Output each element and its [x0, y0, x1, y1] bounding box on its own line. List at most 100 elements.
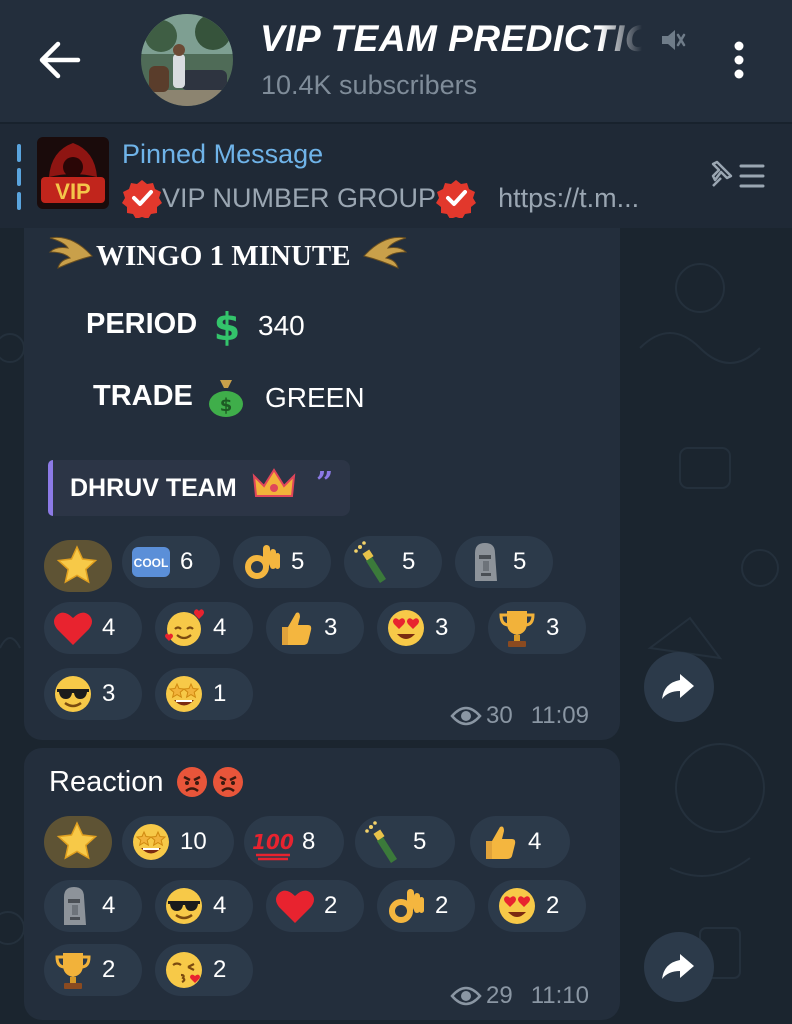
reaction-heart[interactable]: 4	[44, 602, 142, 654]
reaction-cool[interactable]: COOL 6	[122, 536, 220, 588]
reaction-count: 4	[528, 828, 542, 855]
pinned-list-button[interactable]	[707, 156, 767, 196]
reaction-count: 5	[291, 548, 305, 575]
share-icon	[662, 674, 694, 699]
sunglasses-icon	[161, 883, 207, 929]
reaction-trophy[interactable]: 2	[44, 944, 142, 996]
reaction-trophy[interactable]: 3	[488, 602, 586, 654]
svg-text:$: $	[214, 306, 240, 346]
trade-value: GREEN	[265, 382, 365, 413]
kiss-icon	[161, 947, 207, 993]
reaction-count: 4	[102, 614, 116, 641]
sunglasses-icon	[50, 671, 96, 717]
svg-text:COOL: COOL	[134, 556, 169, 570]
muted-icon	[658, 26, 686, 54]
pinned-group-name: VIP NUMBER GROUP	[162, 182, 437, 213]
reaction-count: 5	[402, 548, 416, 575]
reaction-sunglasses[interactable]: 4	[155, 880, 253, 932]
reaction-heart-eyes[interactable]: 3	[377, 602, 475, 654]
reaction-count: 2	[435, 892, 449, 919]
forward-button[interactable]	[644, 652, 714, 722]
views-count: 30	[486, 702, 513, 729]
reaction-heart-eyes[interactable]: 2	[488, 880, 586, 932]
reaction-smiling-hearts[interactable]: 4	[155, 602, 253, 654]
reaction-count: 10	[180, 828, 207, 855]
reaction-sunglasses[interactable]: 3	[44, 668, 142, 720]
money-bag-icon: $	[206, 374, 246, 418]
moai-icon	[461, 539, 507, 585]
reaction-count: 4	[213, 892, 227, 919]
reaction-thumbs-up[interactable]: 4	[470, 816, 570, 868]
reaction-star-struck[interactable]: 1	[155, 668, 253, 720]
more-vertical-icon	[734, 41, 744, 79]
message-meta: 30 11:09	[450, 702, 589, 730]
reaction-moai[interactable]: 5	[455, 536, 553, 588]
ok-hand-icon	[239, 539, 285, 585]
reaction-ok-hand[interactable]: 5	[233, 536, 331, 588]
champagne-icon	[350, 539, 396, 585]
svg-text:VIP: VIP	[55, 179, 90, 204]
more-menu-button[interactable]	[726, 38, 752, 82]
reaction-moai[interactable]: 4	[44, 880, 142, 932]
message-time: 11:10	[530, 982, 589, 1009]
reaction-count: 2	[213, 956, 227, 983]
reaction-count: 3	[102, 680, 116, 707]
reaction-count: 5	[413, 828, 427, 855]
period-value: 340	[258, 310, 305, 341]
back-button[interactable]	[30, 34, 90, 86]
pinned-thumbnail: VIP	[37, 137, 109, 209]
svg-text:$: $	[220, 395, 233, 416]
reaction-ok-hand[interactable]: 2	[377, 880, 475, 932]
angry-face-icon	[176, 766, 208, 798]
period-label: PERIOD	[86, 308, 198, 340]
wing-left-icon	[48, 232, 94, 272]
message-meta: 29 11:10	[450, 982, 589, 1010]
reaction-star-struck[interactable]: 10	[122, 816, 234, 868]
reaction-champagne[interactable]: 5	[344, 536, 442, 588]
thumbs-up-icon	[476, 819, 522, 865]
ok-hand-icon	[383, 883, 429, 929]
hundred-icon: 100	[250, 819, 296, 865]
reaction-count: 2	[324, 892, 338, 919]
quote-icon: ”	[316, 466, 334, 501]
share-icon	[662, 954, 694, 979]
back-arrow-icon	[39, 41, 81, 79]
reaction-count: 4	[213, 614, 227, 641]
trophy-icon	[50, 947, 96, 993]
views-icon	[450, 986, 482, 1006]
pinned-label: Pinned Message	[122, 139, 324, 169]
reaction-count: 1	[213, 680, 227, 707]
reaction-hundred[interactable]: 100 8	[244, 816, 344, 868]
smiling-hearts-icon	[161, 605, 207, 651]
reaction-heart[interactable]: 2	[266, 880, 364, 932]
trade-label: TRADE	[93, 380, 193, 412]
star-struck-icon	[128, 819, 174, 865]
channel-avatar[interactable]	[141, 14, 233, 106]
pinned-link: https://t.m...	[498, 182, 640, 213]
message-title: WINGO 1 MINUTE	[96, 240, 351, 272]
forward-button[interactable]	[644, 932, 714, 1002]
thumbs-up-icon	[272, 605, 318, 651]
reaction-count: 5	[513, 548, 527, 575]
reaction-champagne[interactable]: 5	[355, 816, 455, 868]
title-fade	[600, 18, 660, 64]
angry-face-icon	[212, 766, 244, 798]
message-time: 11:09	[530, 702, 589, 729]
heart-eyes-icon	[383, 605, 429, 651]
message-text: Reaction	[49, 766, 164, 798]
reaction-count: 4	[102, 892, 116, 919]
reaction-count: 2	[546, 892, 560, 919]
moai-icon	[50, 883, 96, 929]
reaction-star[interactable]	[44, 816, 112, 868]
quote-accent-bar	[48, 460, 53, 516]
quote-text: DHRUV TEAM	[70, 474, 237, 502]
pin-list-icon	[711, 160, 765, 188]
subscriber-count: 10.4K subscribers	[261, 70, 478, 100]
reaction-kiss[interactable]: 2	[155, 944, 253, 996]
cool-icon: COOL	[128, 539, 174, 585]
reaction-thumbs-up[interactable]: 3	[266, 602, 364, 654]
dollar-icon: $	[212, 305, 242, 349]
champagne-icon	[361, 819, 407, 865]
reaction-star[interactable]	[44, 540, 112, 592]
trophy-icon	[494, 605, 540, 651]
